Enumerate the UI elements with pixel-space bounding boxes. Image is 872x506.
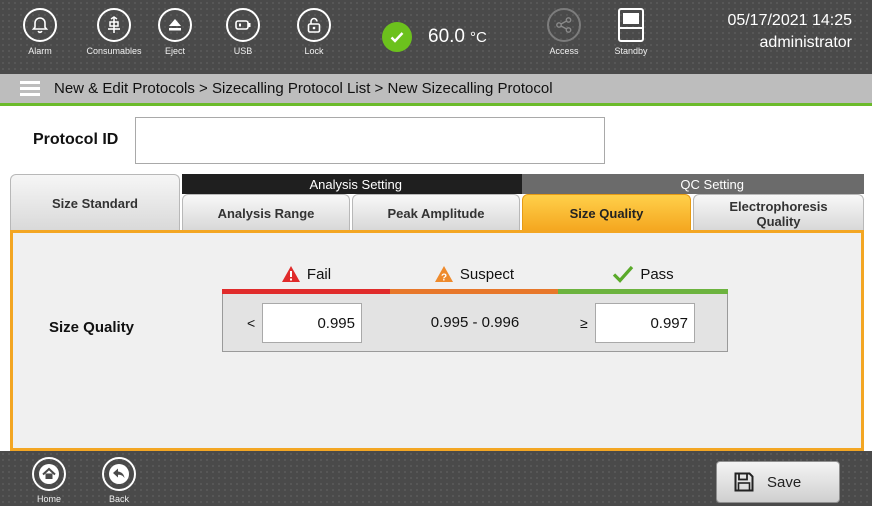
- standby-button[interactable]: Standby: [601, 6, 661, 70]
- save-button[interactable]: Save: [716, 461, 840, 503]
- tab-electrophoresis-quality[interactable]: Electrophoresis Quality: [693, 194, 864, 232]
- less-than-symbol: <: [247, 314, 256, 331]
- bottom-nav-bar: Home Back Save: [0, 451, 872, 506]
- fail-label: Fail: [306, 265, 332, 283]
- usb-icon: [226, 8, 260, 42]
- eject-icon: [158, 8, 192, 42]
- warning-orange-icon: ?: [434, 266, 453, 284]
- menu-icon[interactable]: [20, 80, 40, 97]
- warning-red-icon: [281, 266, 300, 282]
- breadcrumb-bar: New & Edit Protocols > Sizecalling Proto…: [0, 74, 872, 106]
- pass-label: Pass: [640, 265, 674, 283]
- tab-peak-amplitude[interactable]: Peak Amplitude: [352, 194, 520, 232]
- check-icon: [382, 22, 412, 52]
- standby-label: Standby: [614, 46, 648, 56]
- lock-label: Lock: [304, 46, 324, 56]
- home-icon: [32, 457, 66, 491]
- protocol-id-label: Protocol ID: [33, 131, 119, 148]
- datetime-user: 05/17/2021 14:25 administrator: [727, 10, 852, 54]
- consumables-label: Consumables: [86, 46, 142, 56]
- back-button[interactable]: Back: [94, 457, 144, 504]
- back-arrow-icon: [102, 457, 136, 491]
- home-label: Home: [36, 494, 61, 504]
- fail-header: Fail: [222, 263, 390, 285]
- greater-equal-symbol: ≥: [580, 314, 588, 331]
- alarm-button[interactable]: Alarm: [10, 6, 70, 70]
- breadcrumb: New & Edit Protocols > Sizecalling Proto…: [54, 80, 553, 97]
- lock-button[interactable]: Lock: [284, 6, 344, 70]
- temperature-value: 60.0: [428, 26, 465, 47]
- suspect-header: ? Suspect: [390, 263, 558, 285]
- suspect-range: 0.995 - 0.996: [430, 314, 520, 331]
- usb-button[interactable]: USB: [213, 6, 273, 70]
- consumables-icon: [97, 8, 131, 42]
- temperature-unit: °C: [469, 28, 487, 46]
- pass-header: Pass: [558, 263, 728, 285]
- size-quality-panel: Fail ? Suspect Pass Size Quality < 0.995…: [10, 230, 864, 451]
- standby-icon: [618, 8, 644, 42]
- svg-text:?: ?: [441, 273, 447, 284]
- user-name: administrator: [759, 34, 852, 51]
- pass-threshold-input[interactable]: [595, 303, 695, 343]
- qc-setting-header: QC Setting: [522, 174, 864, 194]
- eject-label: Eject: [164, 46, 185, 56]
- access-button[interactable]: Access: [534, 6, 594, 70]
- usb-label: USB: [233, 46, 253, 56]
- save-label: Save: [767, 473, 802, 491]
- eject-button[interactable]: Eject: [145, 6, 205, 70]
- protocol-id-input[interactable]: [135, 117, 605, 164]
- back-label: Back: [108, 494, 129, 504]
- top-status-bar: Alarm Consumables Eject USB Lock 60.0 °C: [0, 0, 872, 74]
- suspect-label: Suspect: [459, 265, 515, 283]
- datetime: 05/17/2021 14:25: [727, 12, 852, 29]
- consumables-button[interactable]: Consumables: [84, 6, 144, 70]
- fail-threshold-input[interactable]: [262, 303, 362, 343]
- size-quality-row-label: Size Quality: [49, 319, 135, 336]
- temperature-status: 60.0 °C: [382, 20, 487, 54]
- alarm-label: Alarm: [28, 46, 52, 56]
- tab-size-quality[interactable]: Size Quality: [522, 194, 691, 232]
- tab-size-standard[interactable]: Size Standard: [10, 174, 180, 232]
- home-button[interactable]: Home: [24, 457, 74, 504]
- checkmark-icon: [613, 265, 634, 283]
- analysis-setting-header: Analysis Setting: [182, 174, 522, 194]
- access-label: Access: [549, 46, 579, 56]
- settings-tabs: Size Standard Analysis Setting QC Settin…: [10, 174, 864, 232]
- threshold-grid: < 0.995 - 0.996 ≥: [222, 294, 728, 352]
- floppy-disk-icon: [734, 472, 754, 492]
- bell-icon: [23, 8, 57, 42]
- tab-analysis-range[interactable]: Analysis Range: [182, 194, 350, 232]
- share-icon: [547, 8, 581, 42]
- lock-icon: [297, 8, 331, 42]
